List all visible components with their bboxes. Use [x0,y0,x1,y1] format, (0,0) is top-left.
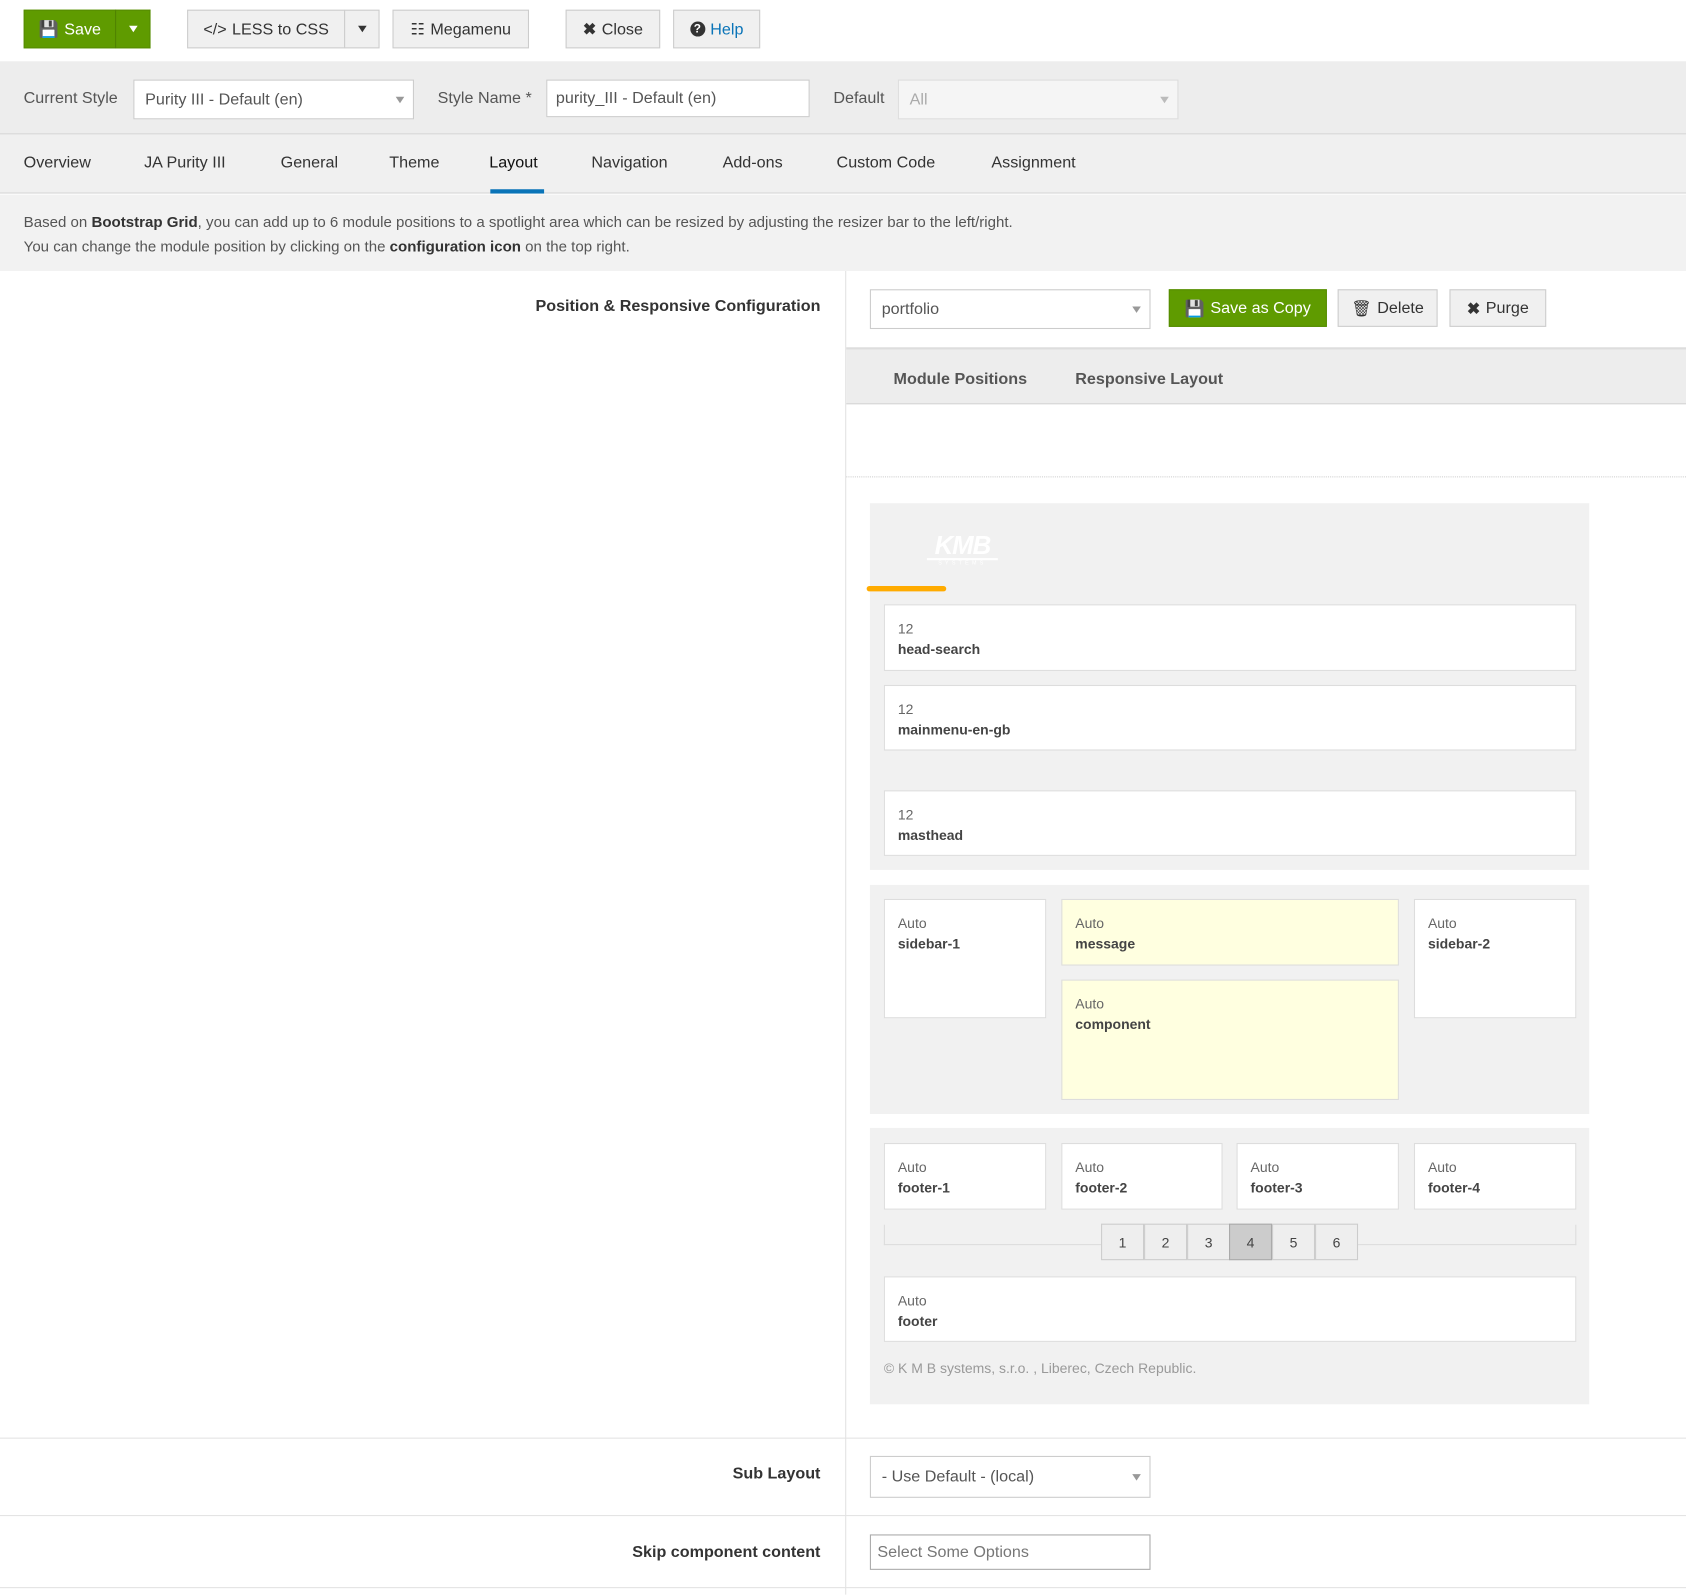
tab-addons[interactable]: Add-ons [723,154,783,172]
current-style-select[interactable]: Purity III - Default (en) [133,79,414,120]
save-dropdown-button[interactable] [115,9,151,49]
column-divider [845,270,847,1595]
divider [0,1515,1686,1517]
layout-select[interactable]: portfolio [869,289,1151,330]
position-footer[interactable]: Auto footer [883,1276,1577,1342]
style-name-label: Style Name * [437,89,532,108]
help-button[interactable]: ? Help [673,9,761,49]
position-sidebar-1[interactable]: Auto sidebar-1 [883,898,1047,1019]
close-button[interactable]: ✖ Close [565,9,661,49]
default-label: Default [833,89,885,108]
less-to-css-button[interactable]: </> LESS to CSS [187,9,346,49]
save-button[interactable]: 💾 Save [23,9,117,49]
caret-down-icon [1160,96,1169,103]
column-count-2[interactable]: 2 [1144,1223,1188,1261]
orange-mark [866,586,947,592]
position-footer-4[interactable]: Auto footer-4 [1413,1143,1577,1210]
position-component[interactable]: Auto component [1061,979,1399,1100]
tab-layout[interactable]: Layout [489,154,537,172]
tab-custom-code[interactable]: Custom Code [837,154,936,172]
tab-navigation[interactable]: Navigation [591,154,667,172]
tab-overview[interactable]: Overview [24,154,91,172]
divider [0,1587,1686,1589]
sitemap-icon: ☷ [410,20,425,39]
caret-down-icon [357,25,367,33]
sub-layout-select[interactable]: - Use Default - (local) [869,1455,1151,1498]
position-config-label: Position & Responsive Configuration [535,296,821,316]
column-count-6[interactable]: 6 [1315,1223,1359,1261]
skip-component-label: Skip component content [632,1542,821,1562]
divider [846,476,1686,478]
close-icon: ✖ [1466,299,1481,318]
style-name-input[interactable]: purity_III - Default (en) [546,79,810,118]
less-dropdown-button[interactable] [344,9,380,49]
question-icon: ? [689,21,705,37]
tab-assignment[interactable]: Assignment [991,154,1075,172]
position-footer-2[interactable]: Auto footer-2 [1061,1143,1223,1210]
subtab-responsive-layout[interactable]: Responsive Layout [1075,370,1223,388]
purge-button[interactable]: ✖ Purge [1449,289,1547,327]
caret-down-icon [1132,305,1141,313]
tab-theme[interactable]: Theme [389,154,439,172]
position-mainmenu[interactable]: 12 mainmenu-en-gb [883,684,1577,751]
position-message[interactable]: Auto message [1061,898,1399,966]
tab-ja-purity[interactable]: JA Purity III [144,154,226,172]
position-sidebar-2[interactable]: Auto sidebar-2 [1413,898,1577,1019]
tab-general[interactable]: General [281,154,338,172]
save-as-copy-button[interactable]: 💾 Save as Copy [1168,289,1327,327]
subtab-module-positions[interactable]: Module Positions [894,370,1028,388]
position-footer-3[interactable]: Auto footer-3 [1236,1143,1399,1210]
save-icon: 💾 [1184,299,1205,318]
column-count-3[interactable]: 3 [1187,1223,1231,1261]
save-icon: 💾 [38,20,59,39]
trash-icon: 🗑 [1351,299,1372,318]
column-count-selector: 1 2 3 4 5 6 [1101,1223,1359,1261]
skip-component-input[interactable]: Select Some Options [869,1534,1151,1570]
current-style-label: Current Style [23,89,118,108]
sub-layout-label: Sub Layout [732,1464,821,1483]
column-count-5[interactable]: 5 [1272,1223,1316,1261]
default-select[interactable]: All [897,79,1179,120]
divider [0,1437,1686,1439]
close-icon: ✖ [582,20,597,39]
position-masthead[interactable]: 12 masthead [883,790,1577,856]
caret-down-icon [128,25,138,33]
column-count-4-active[interactable]: 4 [1229,1223,1273,1261]
caret-down-icon [395,96,405,103]
column-count-1[interactable]: 1 [1101,1223,1145,1261]
delete-button[interactable]: 🗑 Delete [1337,289,1438,327]
position-footer-1[interactable]: Auto footer-1 [883,1143,1047,1210]
copyright-text: © K M B systems, s.r.o. , Liberec, Czech… [883,1360,1197,1377]
caret-down-icon [1132,1473,1141,1481]
active-tab-indicator [490,189,545,194]
logo: KMB SYSTEMS [926,533,998,567]
position-head-search[interactable]: 12 head-search [883,604,1577,671]
layout-info: Based on Bootstrap Grid, you can add up … [0,194,1686,271]
megamenu-button[interactable]: ☷ Megamenu [392,9,530,49]
code-icon: </> [203,19,227,39]
